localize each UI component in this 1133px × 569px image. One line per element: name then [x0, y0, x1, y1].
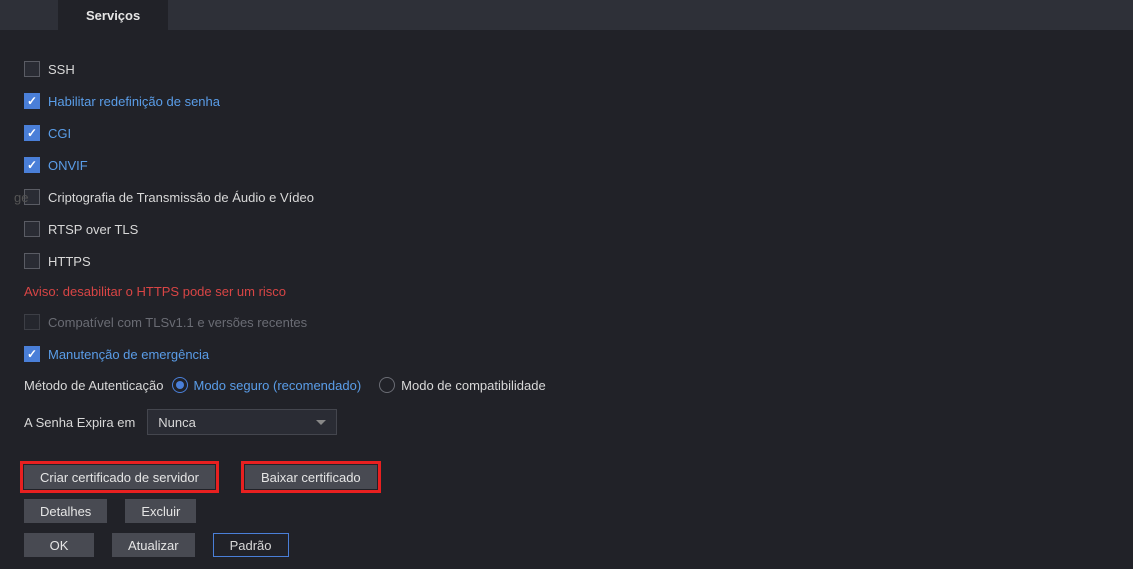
emergency-checkbox[interactable]: [24, 346, 40, 362]
onvif-checkbox[interactable]: [24, 157, 40, 173]
ssh-checkbox[interactable]: [24, 61, 40, 77]
delete-button[interactable]: Excluir: [125, 499, 196, 523]
password-expire-select[interactable]: Nunca: [147, 409, 337, 435]
cert-button-row: Criar certificado de servidor Baixar cer…: [24, 465, 1133, 489]
action-button-row: OK Atualizar Padrão: [24, 533, 1133, 557]
auth-method-label: Método de Autenticação: [24, 378, 164, 393]
rtsp-tls-row: RTSP over TLS: [24, 220, 1133, 238]
emergency-row: Manutenção de emergência: [24, 345, 1133, 363]
topbar: Serviços: [0, 0, 1133, 30]
default-button[interactable]: Padrão: [213, 533, 289, 557]
tls-compat-row: Compatível com TLSv1.1 e versões recente…: [24, 313, 1133, 331]
tls-compat-label: Compatível com TLSv1.1 e versões recente…: [48, 315, 307, 330]
cgi-checkbox[interactable]: [24, 125, 40, 141]
ssh-row: SSH: [24, 60, 1133, 78]
tab-label: Serviços: [86, 8, 140, 23]
cutoff-text: ge: [14, 190, 28, 205]
tab-services[interactable]: Serviços: [58, 0, 168, 30]
emergency-label: Manutenção de emergência: [48, 347, 209, 362]
onvif-label: ONVIF: [48, 158, 88, 173]
download-cert-button[interactable]: Baixar certificado: [245, 465, 377, 489]
https-row: HTTPS: [24, 252, 1133, 270]
ssh-label: SSH: [48, 62, 75, 77]
rtsp-tls-checkbox[interactable]: [24, 221, 40, 237]
tls-compat-checkbox: [24, 314, 40, 330]
rtsp-tls-label: RTSP over TLS: [48, 222, 138, 237]
password-reset-label: Habilitar redefinição de senha: [48, 94, 220, 109]
password-reset-row: Habilitar redefinição de senha: [24, 92, 1133, 110]
radio-compat-label: Modo de compatibilidade: [401, 378, 546, 393]
https-warning: Aviso: desabilitar o HTTPS pode ser um r…: [24, 284, 1133, 299]
cgi-row: CGI: [24, 124, 1133, 142]
password-reset-checkbox[interactable]: [24, 93, 40, 109]
radio-compat-mode[interactable]: [379, 377, 395, 393]
onvif-row: ONVIF: [24, 156, 1133, 174]
password-expire-row: A Senha Expira em Nunca: [24, 409, 1133, 435]
auth-method-row: Método de Autenticação Modo seguro (reco…: [24, 377, 1133, 393]
create-server-cert-button[interactable]: Criar certificado de servidor: [24, 465, 215, 489]
https-checkbox[interactable]: [24, 253, 40, 269]
password-expire-value: Nunca: [158, 415, 196, 430]
https-label: HTTPS: [48, 254, 91, 269]
refresh-button[interactable]: Atualizar: [112, 533, 195, 557]
chevron-down-icon: [316, 420, 326, 425]
crypto-row: ge Criptografia de Transmissão de Áudio …: [24, 188, 1133, 206]
detail-button-row: Detalhes Excluir: [24, 499, 1133, 523]
password-expire-label: A Senha Expira em: [24, 415, 135, 430]
ok-button[interactable]: OK: [24, 533, 94, 557]
crypto-label: Criptografia de Transmissão de Áudio e V…: [48, 190, 314, 205]
radio-secure-label: Modo seguro (recomendado): [194, 378, 362, 393]
content: SSH Habilitar redefinição de senha CGI O…: [0, 30, 1133, 557]
details-button[interactable]: Detalhes: [24, 499, 107, 523]
cgi-label: CGI: [48, 126, 71, 141]
radio-secure-mode[interactable]: [172, 377, 188, 393]
